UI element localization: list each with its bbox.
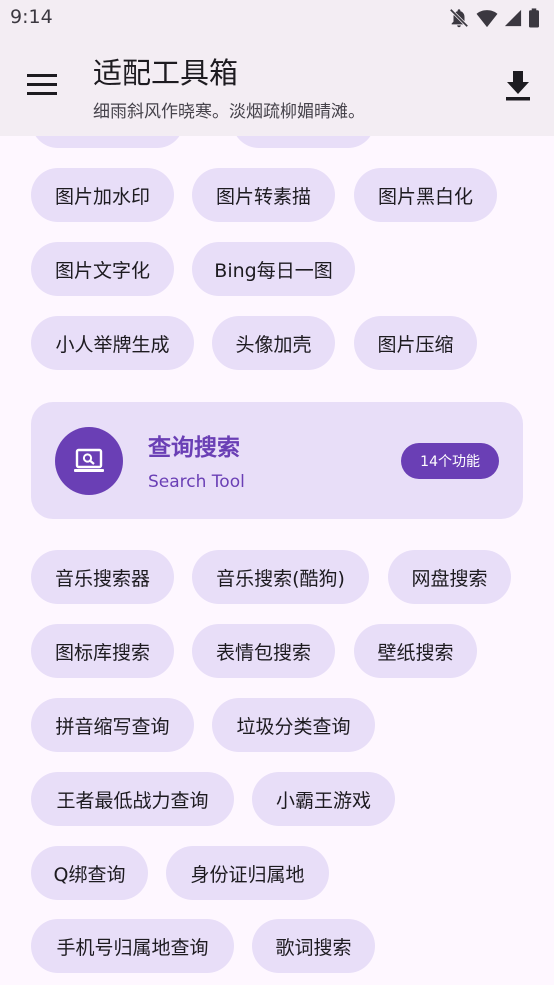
- tool-chip[interactable]: 图片文字化: [31, 242, 174, 296]
- category-title: 查询搜索: [148, 435, 240, 461]
- tool-chip[interactable]: 拼音缩写查询: [31, 698, 194, 752]
- tool-chip[interactable]: 王者最低战力查询: [31, 772, 234, 826]
- tool-chip[interactable]: 图片黑白化: [354, 168, 497, 222]
- laptop-search-icon: [74, 448, 104, 472]
- app-title: 适配工具箱: [93, 56, 239, 90]
- tool-chip[interactable]: 垃圾分类查询: [212, 698, 375, 752]
- tool-list[interactable]: 图片加水印 图片转素描 图片黑白化 图片文字化 Bing每日一图 小人举牌生成 …: [0, 136, 554, 985]
- tool-chip[interactable]: 图标库搜索: [31, 624, 174, 678]
- status-bar: 9:14: [0, 0, 554, 36]
- tool-chip-partial[interactable]: [232, 136, 375, 148]
- feature-count-badge: 14个功能: [401, 443, 499, 479]
- tool-chip[interactable]: 网盘搜索: [388, 550, 511, 604]
- battery-icon: [529, 8, 539, 28]
- tool-chip[interactable]: 表情包搜索: [192, 624, 335, 678]
- menu-button[interactable]: [24, 70, 62, 100]
- category-subtitle: Search Tool: [148, 472, 245, 492]
- tool-chip[interactable]: 图片转素描: [192, 168, 335, 222]
- tool-chip-partial[interactable]: [31, 136, 184, 148]
- signal-icon: [504, 9, 522, 27]
- tool-chip[interactable]: 壁纸搜索: [354, 624, 477, 678]
- tool-chip[interactable]: 音乐搜索(酷狗): [192, 550, 369, 604]
- notifications-off-icon: [449, 8, 469, 28]
- tool-chip[interactable]: Q绑查询: [31, 846, 148, 900]
- menu-icon: [27, 74, 57, 95]
- app-subtitle: 细雨斜风作晓寒。淡烟疏柳媚晴滩。: [93, 102, 365, 122]
- status-icons: [448, 7, 540, 29]
- tool-chip[interactable]: 图片压缩: [354, 316, 477, 370]
- tool-chip[interactable]: 小人举牌生成: [31, 316, 194, 370]
- tool-chip[interactable]: 手机号归属地查询: [31, 919, 234, 973]
- download-icon: [506, 71, 530, 101]
- download-button[interactable]: [502, 68, 534, 104]
- app-bar: 适配工具箱 细雨斜风作晓寒。淡烟疏柳媚晴滩。: [0, 36, 554, 136]
- wifi-icon: [476, 10, 498, 28]
- status-time: 9:14: [10, 6, 53, 28]
- category-card-search[interactable]: 查询搜索 Search Tool 14个功能: [31, 402, 523, 519]
- category-icon-badge: [55, 427, 123, 495]
- tool-chip[interactable]: 头像加壳: [212, 316, 335, 370]
- tool-chip[interactable]: 身份证归属地: [166, 846, 329, 900]
- tool-chip[interactable]: 小霸王游戏: [252, 772, 395, 826]
- tool-chip[interactable]: Bing每日一图: [192, 242, 355, 296]
- tool-chip[interactable]: 音乐搜索器: [31, 550, 174, 604]
- tool-chip[interactable]: 歌词搜索: [252, 919, 375, 973]
- tool-chip[interactable]: 图片加水印: [31, 168, 174, 222]
